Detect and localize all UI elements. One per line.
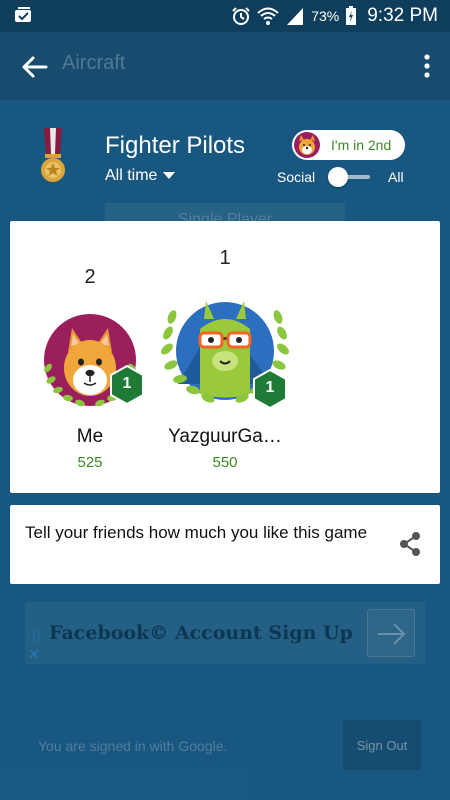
signal-icon	[287, 8, 304, 25]
dog-avatar-icon	[294, 132, 320, 158]
toggle-label-all: All	[388, 169, 404, 185]
battery-percent: 73%	[311, 8, 340, 24]
status-bar: 73% 9:32 PM	[0, 0, 450, 32]
player-rank: 1	[219, 247, 231, 269]
battery-icon	[346, 6, 357, 25]
arrow-left-icon[interactable]	[20, 52, 50, 82]
share-icon[interactable]	[398, 531, 422, 557]
level-badge-icon: 1	[252, 368, 288, 410]
app-bar-title: Aircraft	[62, 52, 126, 74]
time-filter-label: All time	[105, 167, 158, 184]
leaderboard-title: Fighter Pilots	[105, 132, 246, 159]
player-score: 525	[77, 454, 103, 471]
player-score: 550	[212, 454, 238, 471]
my-rank-text: I'm in 2nd	[331, 137, 392, 153]
medal-icon	[41, 128, 65, 182]
leaderboard-card: 2 1 Me 525 1 1 YazguurGa… 550	[10, 221, 440, 493]
dropdown-arrow-icon	[163, 172, 176, 179]
toggle-label-social: Social	[277, 169, 316, 185]
player-name: YazguurGa…	[168, 426, 282, 447]
social-all-toggle[interactable]: Social All	[277, 167, 407, 187]
dog-avatar: 1	[40, 310, 144, 410]
share-card[interactable]: Tell your friends how much you like this…	[10, 505, 440, 584]
llama-avatar: 1	[160, 289, 290, 411]
app-bar: Aircraft	[0, 32, 450, 100]
overflow-menu-icon[interactable]	[422, 52, 432, 80]
player-entry[interactable]: 1 1 YazguurGa… 550	[160, 221, 290, 493]
level-badge-value: 1	[265, 379, 275, 396]
level-badge-value: 1	[122, 375, 132, 392]
status-time: 9:32 PM	[367, 5, 438, 26]
time-filter-dropdown[interactable]: All time	[105, 167, 176, 185]
player-entry[interactable]: 2 1 Me 525	[40, 221, 144, 493]
player-rank: 2	[84, 266, 96, 288]
player-name: Me	[76, 426, 104, 447]
toggle-knob[interactable]	[328, 167, 348, 187]
share-text: Tell your friends how much you like this…	[25, 523, 368, 542]
my-rank-pill[interactable]: I'm in 2nd	[292, 130, 405, 160]
notification-icon	[15, 7, 31, 22]
alarm-icon	[232, 7, 250, 25]
level-badge-icon: 1	[109, 364, 145, 406]
wifi-icon	[257, 7, 279, 25]
